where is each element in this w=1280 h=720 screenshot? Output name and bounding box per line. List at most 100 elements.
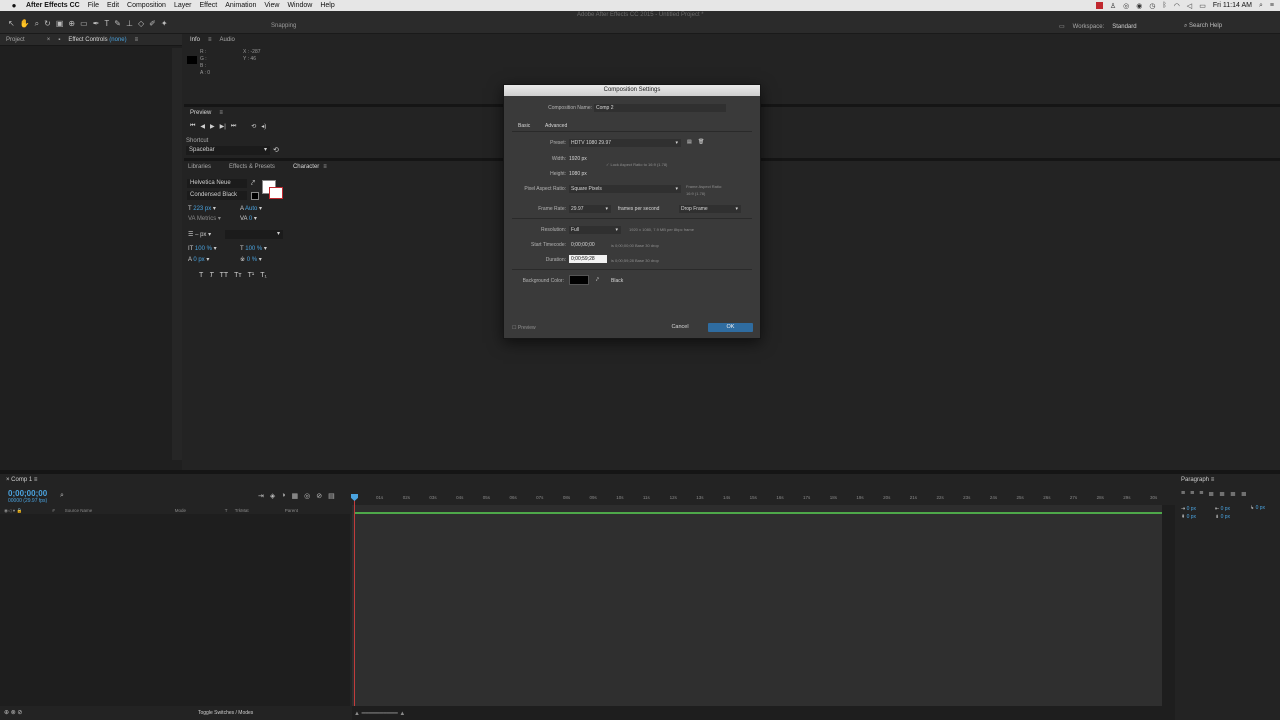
tsume-field[interactable]: ※ 0 % ▾ [240,256,262,263]
wifi-icon[interactable]: ◠ [1174,2,1180,10]
justify-last-right-icon[interactable]: ≣ [1230,490,1236,498]
space-before-field[interactable]: ⇞ 0 px [1181,513,1196,521]
tab-advanced[interactable]: Advanced [545,123,567,129]
background-color-swatch[interactable] [569,275,589,285]
user-icon[interactable]: ♙ [1110,2,1116,10]
faux-bold-icon[interactable]: T [199,272,203,279]
panel-menu-icon[interactable]: ≡ [208,37,212,43]
drop-frame-dropdown[interactable]: Drop Frame ▾ [679,205,741,213]
small-caps-icon[interactable]: Tт [234,272,241,279]
black-swatch[interactable] [251,192,259,200]
timeline-bottom-icons[interactable]: ⊕ ⊗ ⊘ [4,709,22,716]
time-machine-icon[interactable]: ◷ [1149,2,1155,10]
audio-icon[interactable]: ◂) [261,123,266,130]
indent-left-field[interactable]: ⇥ 0 px [1181,505,1196,513]
paragraph-tab[interactable]: Paragraph ≡ [1181,477,1214,483]
par-dropdown[interactable]: Square Pixels ▾ [569,185,681,193]
shy-icon[interactable]: ◑ [281,492,285,500]
rotate-tool-icon[interactable]: ↻ [44,19,51,29]
menu-effect[interactable]: Effect [199,2,217,9]
search-icon[interactable]: ⌕ [60,492,64,500]
menu-edit[interactable]: Edit [107,2,119,9]
pen-tool-icon[interactable]: ✒ [93,19,100,29]
next-frame-icon[interactable]: ▶| [220,123,226,130]
trash-icon[interactable]: 🗑 [698,139,704,145]
workspace-value[interactable]: Standard [1112,24,1136,30]
save-preset-icon[interactable]: ▤ [687,139,692,145]
justify-last-center-icon[interactable]: ≣ [1219,490,1225,498]
clock[interactable]: Fri 11:14 AM [1213,2,1252,9]
font-style-dropdown[interactable]: Condensed Black [187,191,247,200]
toggle-switches-modes[interactable]: Toggle Switches / Modes [198,710,253,716]
height-input[interactable]: 1080 px [569,171,587,177]
subscript-icon[interactable]: T₁ [260,272,267,279]
comp-name-input[interactable]: Comp 2 [594,104,726,112]
eyedropper-icon[interactable]: ⤤ [596,277,599,283]
frame-rate-input[interactable]: 29.97 ▾ [569,205,611,213]
panel-menu-icon[interactable]: ≡ [135,37,139,43]
first-frame-icon[interactable]: ⏮ [190,123,195,130]
start-timecode-input[interactable]: 0;00;00;00 [571,242,595,248]
timeline-scrollbar[interactable] [352,706,1162,720]
vertical-scale-field[interactable]: IT 100 % ▾ [188,245,217,252]
font-family-dropdown[interactable]: Helvetica Neue [187,179,247,188]
tab-audio[interactable]: Audio [220,37,235,43]
notification-icon[interactable]: ≡ [1270,2,1274,9]
stroke-width-field[interactable]: ☰ – px ▾ [188,231,211,238]
stroke-type-dropdown[interactable]: ▾ [225,230,283,239]
workspace-selector[interactable]: ▭ Workspace: Standard [1059,23,1137,31]
battery-icon[interactable]: ▭ [1199,2,1206,10]
lock-aspect-checkbox[interactable]: ✓ Lock Aspect Ratio to 16:9 (1.78) [606,162,667,167]
camera-tool-icon[interactable]: ▣ [56,19,64,29]
tab-info[interactable]: Info [190,37,200,43]
tab-project[interactable]: Project [6,37,25,43]
indent-right-field[interactable]: ⇤ 0 px [1215,505,1230,513]
col-t[interactable]: T [225,508,235,513]
hand-tool-icon[interactable]: ✋ [20,19,30,29]
menu-animation[interactable]: Animation [225,2,256,9]
col-trkmat[interactable]: TrkMat [235,508,285,513]
panel-menu-icon[interactable]: ≡ [323,164,327,170]
menu-layer[interactable]: Layer [174,2,192,9]
col-mode[interactable]: Mode [175,508,225,513]
preview-checkbox[interactable]: ☐ Preview [512,325,536,331]
loop-icon[interactable]: ⟲ [251,123,256,130]
kerning-field[interactable]: VA Metrics ▾ [188,215,221,222]
tab-libraries[interactable]: Libraries [188,164,211,170]
lock-icon[interactable]: ▪ [58,37,60,43]
menu-app[interactable]: After Effects CC [26,2,80,9]
col-source-name[interactable]: Source Name [65,508,175,513]
project-scrollbar[interactable] [172,48,182,460]
graph-icon[interactable]: ▤ [328,492,335,500]
first-line-indent-field[interactable]: ↳ 0 px [1250,505,1265,511]
menu-help[interactable]: Help [320,2,334,9]
duration-input[interactable]: 0;00;59;28 [569,255,607,263]
eyedropper-icon[interactable]: ⤤ [251,180,255,188]
timeline-track-area[interactable] [352,514,1162,706]
superscript-icon[interactable]: T¹ [248,272,255,279]
timeline-tab[interactable]: × Comp 1 ≡ [6,477,37,483]
time-ruler[interactable]: 01s 02s 03s 04s 05s 06s 07s 08s 09s 10s 11s 12s 13s 1… [352,491,1162,505]
tab-effect-controls[interactable]: Effect Controls (none) [68,37,126,43]
draft-3d-icon[interactable]: ◈ [270,492,275,500]
graph-editor-icon[interactable]: ⊘ [316,492,322,500]
zoom-tool-icon[interactable]: ⌕ [35,19,39,29]
spotlight-icon[interactable]: ⌕ [1259,2,1263,10]
frame-blending-icon[interactable]: ▦ [292,492,299,500]
menu-window[interactable]: Window [287,2,312,9]
space-after-field[interactable]: ⇟ 0 px [1215,513,1230,521]
col-parent[interactable]: Parent [285,508,298,513]
record-icon[interactable] [1095,2,1103,9]
roto-brush-tool-icon[interactable]: ✐ [149,19,156,29]
timeline-vertical-scroll[interactable] [1162,505,1175,720]
resolution-dropdown[interactable]: Full ▾ [569,226,621,234]
all-caps-icon[interactable]: TT [220,272,229,279]
pan-behind-tool-icon[interactable]: ⊕ [68,19,75,29]
panel-menu-icon[interactable]: ≡ [219,110,223,116]
align-right-icon[interactable]: ≡ [1199,490,1203,498]
cancel-button[interactable]: Cancel [662,323,698,332]
snapping-toggle[interactable]: Snapping [271,23,296,29]
volume-icon[interactable]: ◁ [1187,2,1192,10]
current-timecode[interactable]: 0;00;00;00 [8,489,47,498]
clone-tool-icon[interactable]: ⊥ [126,19,133,29]
